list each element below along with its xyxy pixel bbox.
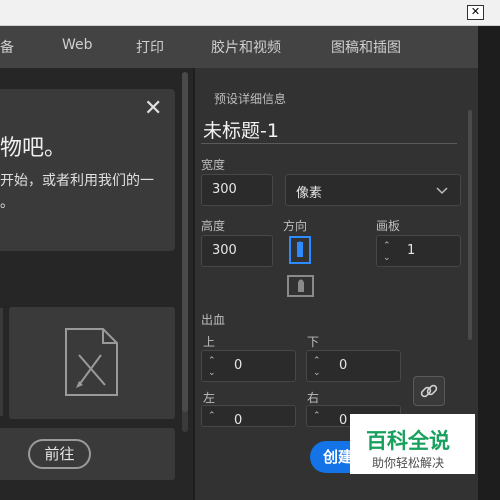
bleed-bottom-label: 下 [307,335,320,349]
chevron-up-icon[interactable]: ⌃ [383,241,391,251]
bleed-left-stepper[interactable]: ⌃ 0 [201,405,296,427]
landscape-orientation-button[interactable] [287,275,314,297]
watermark-subtitle: 助你轻松解决 [372,456,445,470]
chevron-up-icon[interactable]: ⌃ [208,356,216,366]
width-input[interactable]: 300 [201,174,273,206]
chevron-up-icon[interactable]: ⌃ [208,411,216,421]
bleed-bottom-stepper[interactable]: ⌃ ⌄ 0 [306,350,401,382]
chevron-down-icon [436,187,448,195]
tab-film-video[interactable]: 胶片和视频 [211,37,281,57]
bleed-right-label: 右 [307,391,320,405]
link-bleed-button[interactable] [413,376,445,406]
height-label: 高度 [201,219,226,233]
tab-web[interactable]: Web [62,37,93,53]
chevron-down-icon[interactable]: ⌄ [383,253,391,263]
welcome-text-line: 。 [0,195,14,211]
tab-art-illustration[interactable]: 图稿和插图 [331,37,401,57]
chevron-down-icon[interactable]: ⌄ [313,368,321,378]
preset-details-header: 预设详细信息 [214,92,287,106]
portrait-orientation-button[interactable] [289,236,311,264]
window-edge [478,26,500,500]
bleed-left-label: 左 [203,391,216,405]
height-input[interactable]: 300 [201,235,273,267]
watermark-title: 百科全说 [366,429,450,453]
template-card[interactable] [0,308,3,416]
name-underline [201,143,457,144]
window-titlebar [0,0,500,26]
bleed-top-stepper[interactable]: ⌃ ⌄ 0 [201,350,296,382]
chevron-down-icon[interactable]: ⌄ [208,368,216,378]
tab-print[interactable]: 打印 [136,37,164,57]
landscape-icon [298,279,304,292]
orientation-label: 方向 [283,219,308,233]
artboard-label: 画板 [376,219,401,233]
welcome-close-icon[interactable]: ✕ [144,98,162,120]
window-close-button[interactable]: ✕ [467,5,484,20]
bleed-top-label: 上 [203,335,216,349]
welcome-text-line: 开始，或者利用我们的一 [0,173,154,189]
preset-category-tabs: 备 Web 打印 胶片和视频 图稿和插图 [0,26,500,68]
tab-devices[interactable]: 备 [0,37,14,57]
welcome-title: 物吧。 [0,136,67,161]
portrait-icon [297,241,303,257]
bleed-label: 出血 [201,313,226,327]
chevron-up-icon[interactable]: ⌃ [313,411,321,421]
panel-scrollbar[interactable] [468,110,472,340]
document-design-icon [65,328,118,396]
go-button[interactable]: 前往 [28,439,91,469]
template-card[interactable] [9,307,175,419]
link-icon [420,384,438,398]
templates-scrollbar-thumb[interactable] [182,72,188,412]
artboard-stepper[interactable]: ⌃ ⌄ 1 [376,235,461,267]
width-label: 宽度 [201,158,226,172]
document-name-field[interactable]: 未标题-1 [203,116,279,143]
unit-select[interactable]: 像素 [285,174,461,206]
chevron-up-icon[interactable]: ⌃ [313,356,321,366]
